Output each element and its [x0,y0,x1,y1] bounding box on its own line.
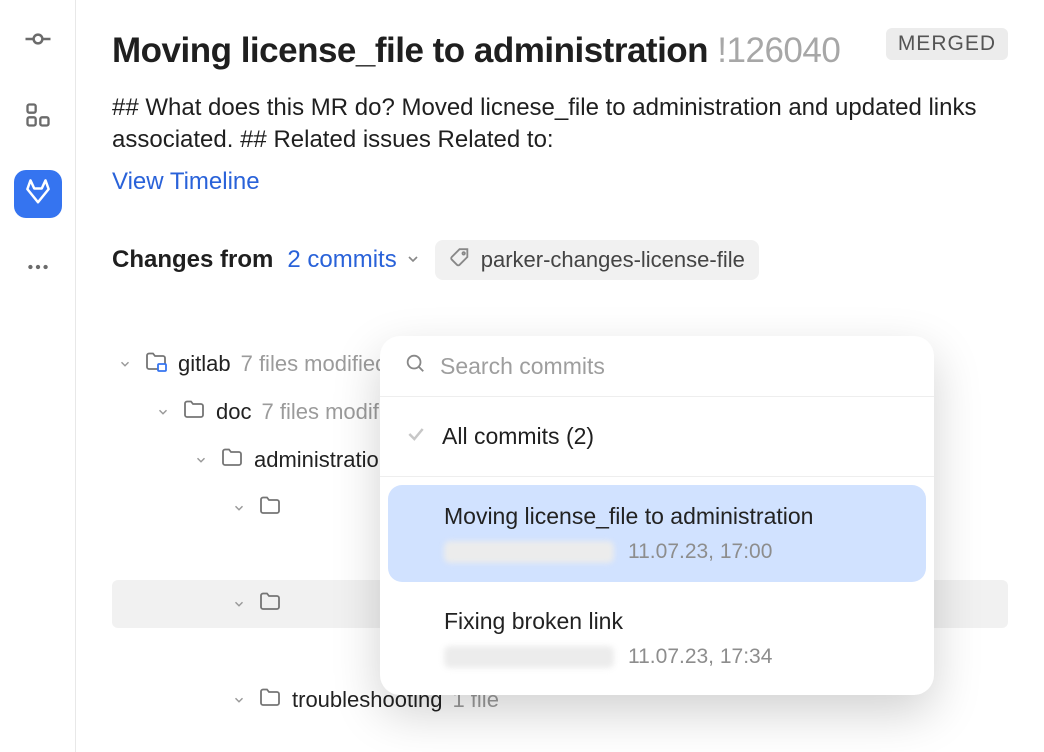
folder-icon [220,445,244,475]
branch-name: parker-changes-license-file [481,247,745,273]
branch-chip[interactable]: parker-changes-license-file [435,240,759,280]
tree-node-name: administration [254,447,391,473]
folder-icon [258,589,282,619]
popover-search-row[interactable] [380,336,934,397]
check-icon [406,423,426,450]
tag-icon [449,246,471,274]
commits-count-label: 2 commits [287,246,396,274]
sidebar-item-gitlab[interactable] [14,170,62,218]
sidebar-item-apps[interactable] [14,94,62,142]
changes-row: Changes from 2 commits parker-changes-li… [112,240,1008,280]
folder-icon [258,493,282,523]
chevron-down-icon [405,246,421,274]
commit-author-blurred [444,541,614,563]
changes-from-label: Changes from [112,246,273,274]
tree-node-name: doc [216,399,251,425]
folder-icon [258,685,282,715]
folder-icon [182,397,206,427]
chevron-down-icon [154,405,172,419]
mr-title: Moving license_file to administration !1… [112,28,840,74]
all-commits-row[interactable]: All commits (2) [380,397,934,477]
tree-node-name: gitlab [178,351,231,377]
gitlab-icon [23,176,53,212]
left-sidebar [0,0,76,752]
search-input[interactable] [440,353,910,380]
mr-id: !126040 [717,31,840,70]
commits-popover: All commits (2) Moving license_file to a… [380,336,934,695]
search-icon [404,352,426,380]
sidebar-item-commits[interactable] [14,18,62,66]
root-folder-icon [144,349,168,379]
chevron-down-icon [230,501,248,515]
chevron-down-icon [230,693,248,707]
commit-title: Fixing broken link [444,608,902,635]
commit-title: Moving license_file to administration [444,503,902,530]
commit-date: 11.07.23, 17:00 [628,540,772,564]
mr-title-text: Moving license_file to administration [112,31,708,70]
tree-node-count: 7 files modified [241,351,388,377]
apps-icon [24,101,52,135]
commit-item-1[interactable]: Fixing broken link 11.07.23, 17:34 [388,590,926,687]
all-commits-label: All commits (2) [442,423,594,450]
chevron-down-icon [116,357,134,371]
commits-dropdown[interactable]: 2 commits [287,246,420,274]
main-panel: Moving license_file to administration !1… [76,0,1044,752]
commit-item-0[interactable]: Moving license_file to administration 11… [388,485,926,582]
status-badge: MERGED [886,28,1008,60]
commit-date: 11.07.23, 17:34 [628,645,772,669]
commit-icon [23,24,53,60]
commit-author-blurred [444,646,614,668]
more-icon [25,254,51,286]
view-timeline-link[interactable]: View Timeline [112,168,260,196]
sidebar-item-more[interactable] [14,246,62,294]
chevron-down-icon [230,597,248,611]
mr-description: ## What does this MR do? Moved licnese_f… [112,92,1008,157]
chevron-down-icon [192,453,210,467]
